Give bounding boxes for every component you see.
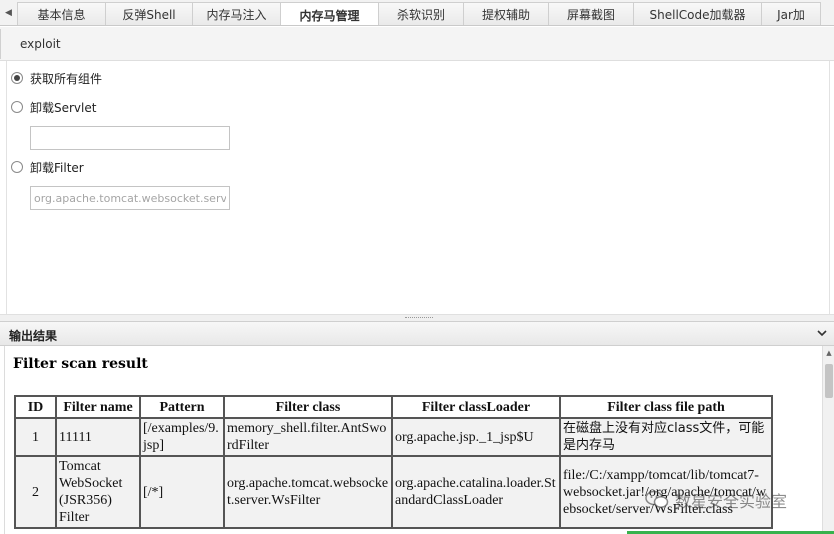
cell-pattern: [/*]: [139, 455, 225, 529]
scroll-up-icon[interactable]: ▲: [823, 348, 834, 358]
watermark: 数星安全实验室: [645, 488, 787, 512]
watermark-text: 数星安全实验室: [675, 492, 788, 511]
cell-id: 1: [14, 417, 57, 457]
tab-shellcode-loader[interactable]: ShellCode加载器: [633, 2, 762, 25]
scrollbar-thumb[interactable]: [825, 364, 833, 398]
output-scrollbar[interactable]: ▲: [822, 346, 834, 534]
radio-label: 卸载Filter: [30, 160, 84, 175]
radio-button[interactable]: [11, 101, 23, 113]
radio-label: 卸载Servlet: [30, 100, 97, 115]
table-header-row: ID Filter name Pattern Filter class Filt…: [14, 395, 773, 419]
radio-get-all-components[interactable]: 获取所有组件: [11, 69, 102, 87]
tab-memshell-inject[interactable]: 内存马注入: [192, 2, 281, 25]
radio-selected-dot: [14, 75, 20, 81]
cell-filter-class: org.apache.tomcat.websocket.server.WsFil…: [223, 455, 393, 529]
radio-button[interactable]: [11, 72, 23, 84]
tab-privesc-helper[interactable]: 提权辅助: [463, 2, 549, 25]
tab-list: 基本信息 反弹Shell 内存马注入 内存马管理 杀软识别 提权辅助 屏幕截图 …: [17, 2, 821, 25]
column-header-filter-name: Filter name: [55, 395, 141, 419]
form-panel: 获取所有组件 卸载Servlet 卸载Filter: [6, 61, 830, 314]
wechat-logo-icon: [645, 490, 669, 508]
cell-classloader: org.apache.catalina.loader.StandardClass…: [391, 455, 561, 529]
cell-filter-class: memory_shell.filter.AntSwordFilter: [223, 417, 393, 457]
output-title: 输出结果: [9, 329, 58, 343]
chevron-down-icon[interactable]: [816, 326, 828, 340]
table-row: 1 11111 [/examples/9.jsp] memory_shell.f…: [14, 417, 773, 457]
panel-splitter[interactable]: [0, 314, 834, 321]
toolbar: exploit: [0, 27, 834, 61]
tab-av-detect[interactable]: 杀软识别: [378, 2, 464, 25]
tab-basic-info[interactable]: 基本信息: [17, 2, 106, 25]
tab-jar-loader[interactable]: Jar加: [761, 2, 821, 25]
result-heading: Filter scan result: [13, 356, 148, 372]
cell-pattern: [/examples/9.jsp]: [139, 417, 225, 457]
tab-memshell-manage[interactable]: 内存马管理: [280, 2, 379, 25]
cell-filter-name: 11111: [55, 417, 141, 457]
cell-id: 2: [14, 455, 57, 529]
tab-screenshot[interactable]: 屏幕截图: [548, 2, 634, 25]
radio-unload-servlet[interactable]: 卸载Servlet: [11, 98, 96, 116]
radio-unload-filter[interactable]: 卸载Filter: [11, 158, 84, 176]
column-header-filter-class: Filter class: [223, 395, 393, 419]
output-panel-header[interactable]: 输出结果: [0, 321, 834, 346]
tab-scroll-left-icon[interactable]: ◀: [0, 0, 17, 25]
splitter-grip-icon[interactable]: [405, 317, 433, 319]
tab-reverse-shell[interactable]: 反弹Shell: [105, 2, 193, 25]
column-header-classloader: Filter classLoader: [391, 395, 561, 419]
filter-name-input[interactable]: [30, 186, 230, 210]
column-header-id: ID: [14, 395, 57, 419]
exploit-button[interactable]: exploit: [14, 34, 67, 54]
cell-classloader: org.apache.jsp._1_jsp$U: [391, 417, 561, 457]
column-header-file-path: Filter class file path: [559, 395, 773, 419]
radio-button[interactable]: [11, 161, 23, 173]
tab-bar: ◀ 基本信息 反弹Shell 内存马注入 内存马管理 杀软识别 提权辅助 屏幕截…: [0, 0, 834, 26]
cell-file-path: 在磁盘上没有对应class文件，可能是内存马: [559, 417, 773, 457]
cell-filter-name: Tomcat WebSocket (JSR356) Filter: [55, 455, 141, 529]
column-header-pattern: Pattern: [139, 395, 225, 419]
radio-label: 获取所有组件: [30, 71, 103, 86]
servlet-name-input[interactable]: [30, 126, 230, 150]
toolbar-divider: [0, 29, 3, 59]
